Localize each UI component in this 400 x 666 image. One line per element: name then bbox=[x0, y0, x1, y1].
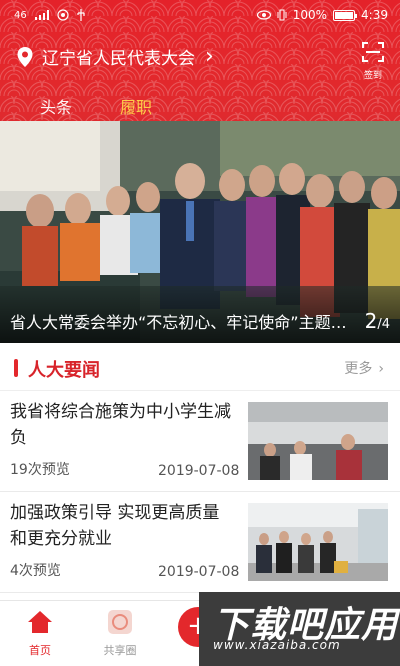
nav-home-label: 首页 bbox=[29, 644, 51, 657]
news-item[interactable]: 加强政策引导 实现更高质量和更充分就业 4次预览 2019-07-08 bbox=[0, 492, 400, 593]
news-title: 加强政策引导 实现更高质量和更充分就业 bbox=[10, 503, 220, 549]
status-bar: 46 100% 4:39 bbox=[0, 0, 400, 32]
pager-total: /4 bbox=[377, 317, 390, 332]
header: 46 100% 4:39 辽宁省人民代表大会 › 签到 头条 履职 bbox=[0, 0, 400, 121]
usb-icon bbox=[77, 9, 85, 21]
more-link[interactable]: 更多 › bbox=[338, 358, 384, 378]
news-thumbnail bbox=[248, 503, 388, 581]
section-header: 人大要闻 更多 › bbox=[0, 343, 400, 391]
battery-percent: 100% bbox=[292, 8, 328, 22]
more-label: 更多 bbox=[344, 361, 373, 377]
chevron-right-icon: › bbox=[378, 361, 384, 377]
pager-current: 2 bbox=[364, 309, 378, 333]
signal-icon bbox=[34, 10, 49, 20]
news-views: 4次预览 bbox=[10, 563, 61, 579]
banner-caption: 省人大常委会举办“不忘初心、牢记使命”主题教育 bbox=[10, 313, 350, 332]
carousel-pager: 2/4 bbox=[365, 309, 390, 333]
hotspot-icon bbox=[57, 9, 69, 21]
chevron-right-icon: › bbox=[205, 43, 214, 69]
news-views: 19次预览 bbox=[10, 462, 70, 478]
tab-headlines[interactable]: 头条 bbox=[40, 94, 72, 121]
signal-label: 46 bbox=[14, 9, 27, 21]
news-item[interactable]: 我省将综合施策为中小学生减负 19次预览 2019-07-08 bbox=[0, 391, 400, 492]
home-icon bbox=[28, 611, 52, 633]
eye-icon bbox=[256, 10, 271, 20]
tab-duties[interactable]: 履职 bbox=[120, 94, 152, 121]
app-root: 46 100% 4:39 辽宁省人民代表大会 › 签到 头条 履职 省人大常委会… bbox=[0, 0, 400, 666]
watermark-url: www.xiazaiba.com bbox=[213, 638, 341, 652]
news-date: 2019-07-08 bbox=[158, 463, 240, 479]
location-pin-icon bbox=[17, 46, 33, 67]
watermark-logo: 下载吧应用 www.xiazaiba.com bbox=[199, 592, 400, 666]
news-date: 2019-07-08 bbox=[158, 564, 240, 580]
news-section: 人大要闻 更多 › 我省将综合施策为中小学生减负 19次预览 2019-07-08 bbox=[0, 343, 400, 600]
news-thumbnail bbox=[248, 402, 388, 480]
headline-carousel[interactable]: 省人大常委会举办“不忘初心、牢记使命”主题教育 2/4 bbox=[0, 121, 400, 343]
sign-in-button[interactable]: 签到 bbox=[360, 42, 386, 81]
scan-icon bbox=[362, 42, 384, 62]
section-accent-bar bbox=[14, 359, 18, 377]
location-name: 辽宁省人民代表大会 bbox=[42, 49, 195, 69]
nav-share-label: 共享圈 bbox=[103, 644, 137, 657]
location-selector[interactable]: 辽宁省人民代表大会 › bbox=[16, 44, 214, 69]
news-title: 我省将综合施策为中小学生减负 bbox=[10, 402, 231, 448]
nav-share[interactable]: 共享圈 bbox=[90, 609, 150, 658]
share-circle-icon bbox=[108, 610, 132, 634]
vibrate-icon bbox=[277, 9, 287, 21]
clock: 4:39 bbox=[361, 8, 388, 22]
top-tabs: 头条 履职 bbox=[40, 94, 152, 121]
nav-home[interactable]: 首页 bbox=[10, 609, 70, 658]
battery-icon bbox=[333, 9, 358, 21]
sign-in-label: 签到 bbox=[363, 71, 382, 81]
section-title: 人大要闻 bbox=[28, 360, 100, 381]
